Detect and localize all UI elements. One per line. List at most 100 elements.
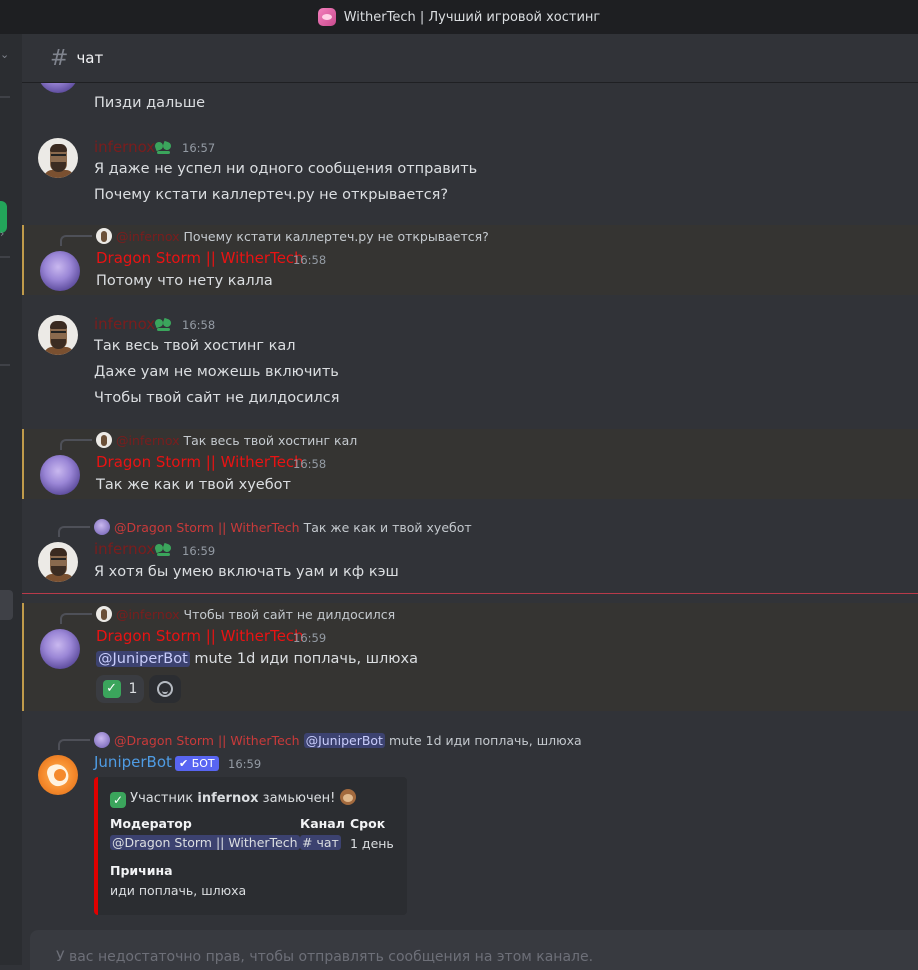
channel-mention[interactable]: # чат: [300, 835, 341, 850]
field-label: Причина: [110, 863, 173, 878]
smile-icon: [157, 681, 173, 697]
reply-author: @Dragon Storm || WitherTech: [114, 732, 300, 748]
embed-title-user: infernox: [197, 791, 259, 806]
avatar[interactable]: [38, 138, 78, 178]
avatar[interactable]: [38, 83, 78, 93]
message-text: Я даже не успел ни одного сообщения отпр…: [94, 161, 478, 177]
message-composer: У вас недостаточно прав, чтобы отправлят…: [30, 930, 918, 970]
user-mention[interactable]: @JuniperBot: [96, 651, 190, 667]
author-name[interactable]: infernox: [94, 315, 155, 333]
channel-header: # чат: [22, 34, 918, 83]
reply-preview[interactable]: @infernox Чтобы твой сайт не дилдосился: [96, 606, 395, 622]
avatar: [94, 519, 110, 535]
field-label: Модератор: [110, 816, 192, 831]
avatar[interactable]: [40, 455, 80, 495]
message-highlighted: @infernox Чтобы твой сайт не дилдосился …: [22, 603, 918, 711]
author-name[interactable]: Dragon Storm || WitherTech: [96, 627, 304, 645]
avatar[interactable]: [38, 315, 78, 355]
check-icon: ✓: [102, 680, 121, 698]
reply-preview[interactable]: @Dragon Storm || WitherTech @JuniperBot …: [94, 732, 582, 748]
field-value: иди поплачь, шлюха: [110, 883, 247, 898]
reply-text: Почему кстати каллертеч.ру не открываетс…: [183, 228, 489, 244]
reply-spine: [58, 526, 90, 537]
leaf-role-icon: [155, 317, 172, 332]
message-text: Я хотя бы умею включать уам и кф кэш: [94, 564, 399, 580]
author-name[interactable]: infernox: [94, 138, 155, 156]
message: @Dragon Storm || WitherTech @JuniperBot …: [22, 729, 918, 919]
composer-placeholder: У вас недостаточно прав, чтобы отправлят…: [56, 949, 594, 965]
message: Пизди дальше: [22, 83, 918, 123]
timestamp: 16:59: [228, 757, 262, 771]
reply-author: @infernox: [116, 606, 180, 622]
embed-title-prefix: Участник: [130, 791, 198, 806]
timestamp: 16:59: [182, 544, 216, 558]
avatar[interactable]: [38, 542, 78, 582]
avatar: [94, 732, 110, 748]
timestamp: 16:58: [293, 457, 327, 471]
reaction-checkmark[interactable]: ✓ 1: [96, 675, 144, 703]
avatar: [96, 228, 112, 244]
embed-card: ✓ Участник infernox замьючен! Модератор …: [94, 777, 407, 915]
message-list[interactable]: Пизди дальше infernox 16:57 Я даже не ус…: [22, 83, 918, 923]
avatar: [96, 432, 112, 448]
avatar[interactable]: [38, 755, 78, 795]
avatar[interactable]: [40, 629, 80, 669]
reply-author: @infernox: [116, 228, 180, 244]
reply-spine: [60, 439, 92, 450]
message-text: Потому что нету калла: [96, 273, 273, 289]
reply-author: @infernox: [116, 432, 180, 448]
timestamp: 16:58: [182, 318, 216, 332]
field-label: Срок: [350, 816, 386, 831]
reply-text: Так весь твой хостинг кал: [183, 432, 358, 448]
channel-hash-icon: #: [50, 45, 69, 71]
message-text: Пизди дальше: [94, 95, 206, 111]
window-title: WitherTech | Лучший игровой хостинг: [343, 9, 601, 25]
moderator-mention[interactable]: @Dragon Storm || WitherTech: [110, 835, 300, 850]
check-icon: ✓: [110, 792, 126, 808]
user-mention: @JuniperBot: [303, 732, 385, 748]
avatar: [96, 606, 112, 622]
divider: [0, 96, 10, 98]
timestamp: 16:58: [293, 253, 327, 267]
reply-spine: [58, 739, 90, 750]
reply-spine: [60, 613, 92, 624]
reaction-count: 1: [128, 681, 138, 697]
message-body: mute 1d иди поплачь, шлюха: [189, 651, 418, 667]
message-text: Даже уам не можешь включить: [94, 364, 339, 380]
reply-preview[interactable]: @infernox Почему кстати каллертеч.ру не …: [96, 228, 489, 244]
author-name[interactable]: JuniperBot: [94, 753, 172, 771]
bot-badge: ✔ БОТ: [175, 756, 219, 771]
channel-sidebar: ⌄ ›: [0, 34, 22, 965]
selected-channel[interactable]: [0, 590, 13, 620]
reply-preview[interactable]: @infernox Так весь твой хостинг кал: [96, 432, 357, 448]
message-text: Так же как и твой хуебот: [96, 477, 291, 493]
reply-spine: [60, 235, 92, 246]
server-icon: [317, 8, 336, 26]
divider: [0, 256, 10, 258]
embed-title: ✓ Участник infernox замьючен!: [110, 789, 356, 808]
channel-name: чат: [76, 49, 104, 67]
author-name[interactable]: Dragon Storm || WitherTech: [96, 453, 304, 471]
message-highlighted: @infernox Так весь твой хостинг кал Drag…: [22, 429, 918, 499]
message: infernox 16:57 Я даже не успел ни одного…: [22, 128, 918, 213]
reply-text: Так же как и твой хуебот: [303, 519, 472, 535]
message-text: Так весь твой хостинг кал: [94, 338, 296, 354]
message: infernox 16:58 Так весь твой хостинг кал…: [22, 305, 918, 415]
avatar[interactable]: [40, 251, 80, 291]
timestamp: 16:57: [182, 141, 216, 155]
reply-author: @Dragon Storm || WitherTech: [114, 519, 300, 535]
chevron-down-icon[interactable]: ⌄: [0, 48, 9, 61]
author-name[interactable]: infernox: [94, 540, 155, 558]
title-bar: WitherTech | Лучший игровой хостинг: [0, 0, 918, 34]
chevron-right-icon[interactable]: ›: [0, 227, 4, 240]
message-text: Почему кстати каллертеч.ру не открываетс…: [94, 187, 449, 203]
message-text: Чтобы твой сайт не дилдосился: [94, 390, 340, 406]
monkey-emoji-icon: [339, 789, 356, 805]
timestamp: 16:59: [293, 631, 327, 645]
add-reaction-button[interactable]: [149, 675, 181, 703]
reply-preview[interactable]: @Dragon Storm || WitherTech Так же как и…: [94, 519, 472, 535]
author-name[interactable]: Dragon Storm || WitherTech: [96, 249, 304, 267]
embed-title-suffix: замьючен!: [258, 791, 336, 806]
message: @Dragon Storm || WitherTech Так же как и…: [22, 516, 918, 591]
reply-text: mute 1d иди поплачь, шлюха: [388, 732, 582, 748]
